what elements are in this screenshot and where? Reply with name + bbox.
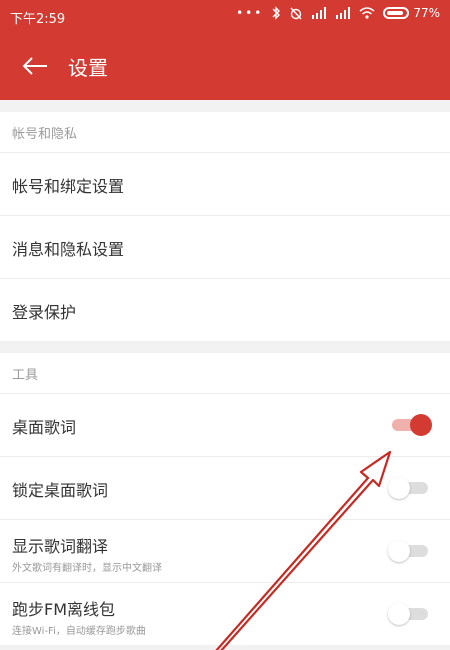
section-header: 工具	[12, 367, 39, 383]
notification-dots-icon: •••	[236, 6, 264, 20]
section-tools: 工具 桌面歌词 锁定桌面歌词 显示歌词翻译 外文歌词有翻译时，显示中文翻译 跑步…	[0, 353, 450, 645]
desktop-lyrics-toggle[interactable]	[388, 412, 432, 438]
settings-item-desktop-lyrics[interactable]: 桌面歌词	[0, 393, 450, 456]
settings-item-lock-desktop-lyrics[interactable]: 锁定桌面歌词	[0, 456, 450, 519]
settings-item-label: 登录保护	[12, 303, 77, 322]
battery-percentage: 77%	[413, 6, 440, 20]
settings-item-show-lyric-translation[interactable]: 显示歌词翻译 外文歌词有翻译时，显示中文翻译	[0, 519, 450, 582]
app-bar: 设置	[0, 32, 450, 100]
lock-desktop-lyrics-toggle[interactable]	[388, 475, 432, 501]
settings-item-login-protection[interactable]: 登录保护	[0, 278, 450, 341]
signal-2-icon	[336, 7, 351, 19]
settings-item-account-binding[interactable]: 帐号和绑定设置	[0, 152, 450, 215]
alarm-off-icon	[290, 7, 302, 20]
settings-content: 帐号和隐私 帐号和绑定设置 消息和隐私设置 登录保护 工具 桌面歌词 锁定桌面歌…	[0, 100, 450, 650]
section-account-privacy: 帐号和隐私 帐号和绑定设置 消息和隐私设置 登录保护	[0, 112, 450, 341]
settings-item-subtitle: 连接Wi-Fi，自动缓存跑步歌曲	[12, 626, 146, 637]
back-arrow-icon	[22, 57, 47, 75]
page-title: 设置	[68, 55, 108, 80]
settings-item-label: 跑步FM离线包	[12, 600, 116, 619]
signal-icon	[312, 7, 327, 19]
battery-icon	[383, 7, 410, 19]
status-bar: 下午2:59 ••• 77%	[0, 0, 450, 32]
settings-item-subtitle: 外文歌词有翻译时，显示中文翻译	[12, 563, 162, 574]
section-header: 帐号和隐私	[12, 126, 78, 142]
bluetooth-icon	[272, 6, 281, 20]
settings-item-label: 帐号和绑定设置	[12, 177, 125, 196]
wifi-icon	[359, 7, 375, 19]
settings-item-label: 桌面歌词	[12, 418, 77, 437]
show-lyric-translation-toggle[interactable]	[388, 538, 432, 564]
settings-item-label: 显示歌词翻译	[12, 537, 109, 556]
settings-item-label: 消息和隐私设置	[12, 240, 125, 259]
settings-item-message-privacy[interactable]: 消息和隐私设置	[0, 215, 450, 278]
back-button[interactable]	[18, 49, 52, 83]
status-time: 下午2:59	[10, 12, 66, 27]
header: 下午2:59 ••• 77% 设置	[0, 0, 450, 100]
settings-item-running-fm-offline[interactable]: 跑步FM离线包 连接Wi-Fi，自动缓存跑步歌曲	[0, 582, 450, 645]
settings-item-label: 锁定桌面歌词	[12, 481, 109, 500]
status-icons: ••• 77%	[236, 6, 440, 20]
battery-indicator: 77%	[383, 6, 440, 20]
running-fm-offline-toggle[interactable]	[388, 601, 432, 627]
